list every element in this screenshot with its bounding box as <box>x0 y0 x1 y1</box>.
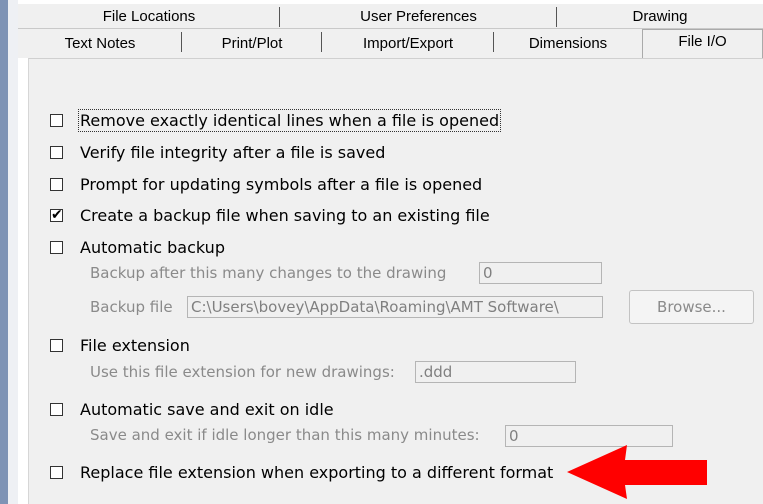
tab-label: Dimensions <box>528 35 608 52</box>
option-replace-extension: Replace file extension when exporting to… <box>50 463 553 482</box>
auto-save-row: Save and exit if idle longer than this m… <box>90 426 480 444</box>
tab-file-io[interactable]: File I/O <box>642 29 763 58</box>
replace-extension-label[interactable]: Replace file extension when exporting to… <box>80 463 553 482</box>
option-auto-save: Automatic save and exit on idle <box>50 400 334 419</box>
file-extension-input[interactable]: .ddd <box>415 361 576 383</box>
tab-row-top: File Locations User Preferences Drawing <box>18 4 763 29</box>
backup-changes-input[interactable]: 0 <box>479 262 602 284</box>
window-left-frame <box>8 0 18 504</box>
tab-row-bottom: Text Notes Print/Plot Import/Export Dime… <box>18 29 763 58</box>
browse-button[interactable]: Browse... <box>629 290 754 324</box>
check-icon: ✔ <box>51 207 63 223</box>
tab-file-locations[interactable]: File Locations <box>18 4 280 28</box>
tab-label: Drawing <box>632 7 688 25</box>
auto-save-label[interactable]: Automatic save and exit on idle <box>80 400 334 419</box>
tab-dimensions[interactable]: Dimensions <box>494 29 642 58</box>
tab-drawing[interactable]: Drawing <box>557 4 763 28</box>
tab-label: File I/O <box>678 33 727 50</box>
verify-integrity-checkbox[interactable] <box>50 146 63 159</box>
red-arrow-icon <box>567 445 707 499</box>
tab-text-notes[interactable]: Text Notes <box>18 29 182 58</box>
backup-changes-row: Backup after this many changes to the dr… <box>90 264 446 282</box>
auto-save-checkbox[interactable] <box>50 403 63 416</box>
option-prompt-symbols: Prompt for updating symbols after a file… <box>50 175 482 194</box>
option-file-extension: File extension <box>50 336 190 355</box>
automatic-backup-checkbox[interactable] <box>50 241 63 254</box>
remove-identical-checkbox[interactable] <box>50 114 63 127</box>
file-extension-row: Use this file extension for new drawings… <box>90 363 395 381</box>
file-extension-checkbox[interactable] <box>50 339 63 352</box>
option-automatic-backup: Automatic backup <box>50 238 225 257</box>
window-left-border <box>0 0 8 504</box>
file-extension-label[interactable]: File extension <box>80 336 190 355</box>
tab-label: File Locations <box>102 7 196 25</box>
option-backup-file: ✔ Create a backup file when saving to an… <box>50 206 490 225</box>
backup-file-path-input[interactable]: C:\Users\bovey\AppData\Roaming\AMT Softw… <box>187 296 603 318</box>
tab-label: Print/Plot <box>221 35 283 52</box>
tab-import-export[interactable]: Import/Export <box>322 29 494 58</box>
file-extension-sub-label: Use this file extension for new drawings… <box>90 363 395 381</box>
tab-label: Text Notes <box>64 35 136 52</box>
tab-print-plot[interactable]: Print/Plot <box>182 29 322 58</box>
verify-integrity-label[interactable]: Verify file integrity after a file is sa… <box>80 143 385 162</box>
backup-file-label[interactable]: Create a backup file when saving to an e… <box>80 206 490 225</box>
backup-file-path-label: Backup file <box>90 298 173 316</box>
tab-label: Import/Export <box>362 35 454 52</box>
replace-extension-checkbox[interactable] <box>50 466 63 479</box>
backup-file-checkbox[interactable]: ✔ <box>50 207 63 223</box>
remove-identical-label[interactable]: Remove exactly identical lines when a fi… <box>77 109 502 132</box>
backup-changes-label: Backup after this many changes to the dr… <box>90 264 447 282</box>
auto-save-minutes-input[interactable]: 0 <box>505 425 673 447</box>
backup-file-row: Backup file <box>90 298 173 316</box>
option-remove-identical: Remove exactly identical lines when a fi… <box>50 109 502 132</box>
prompt-symbols-checkbox[interactable] <box>50 178 63 191</box>
tab-label: User Preferences <box>360 7 477 25</box>
option-verify-integrity: Verify file integrity after a file is sa… <box>50 143 385 162</box>
auto-save-minutes-label: Save and exit if idle longer than this m… <box>90 426 480 444</box>
prompt-symbols-label[interactable]: Prompt for updating symbols after a file… <box>80 175 482 194</box>
automatic-backup-label[interactable]: Automatic backup <box>80 238 225 257</box>
tab-user-preferences[interactable]: User Preferences <box>280 4 557 28</box>
